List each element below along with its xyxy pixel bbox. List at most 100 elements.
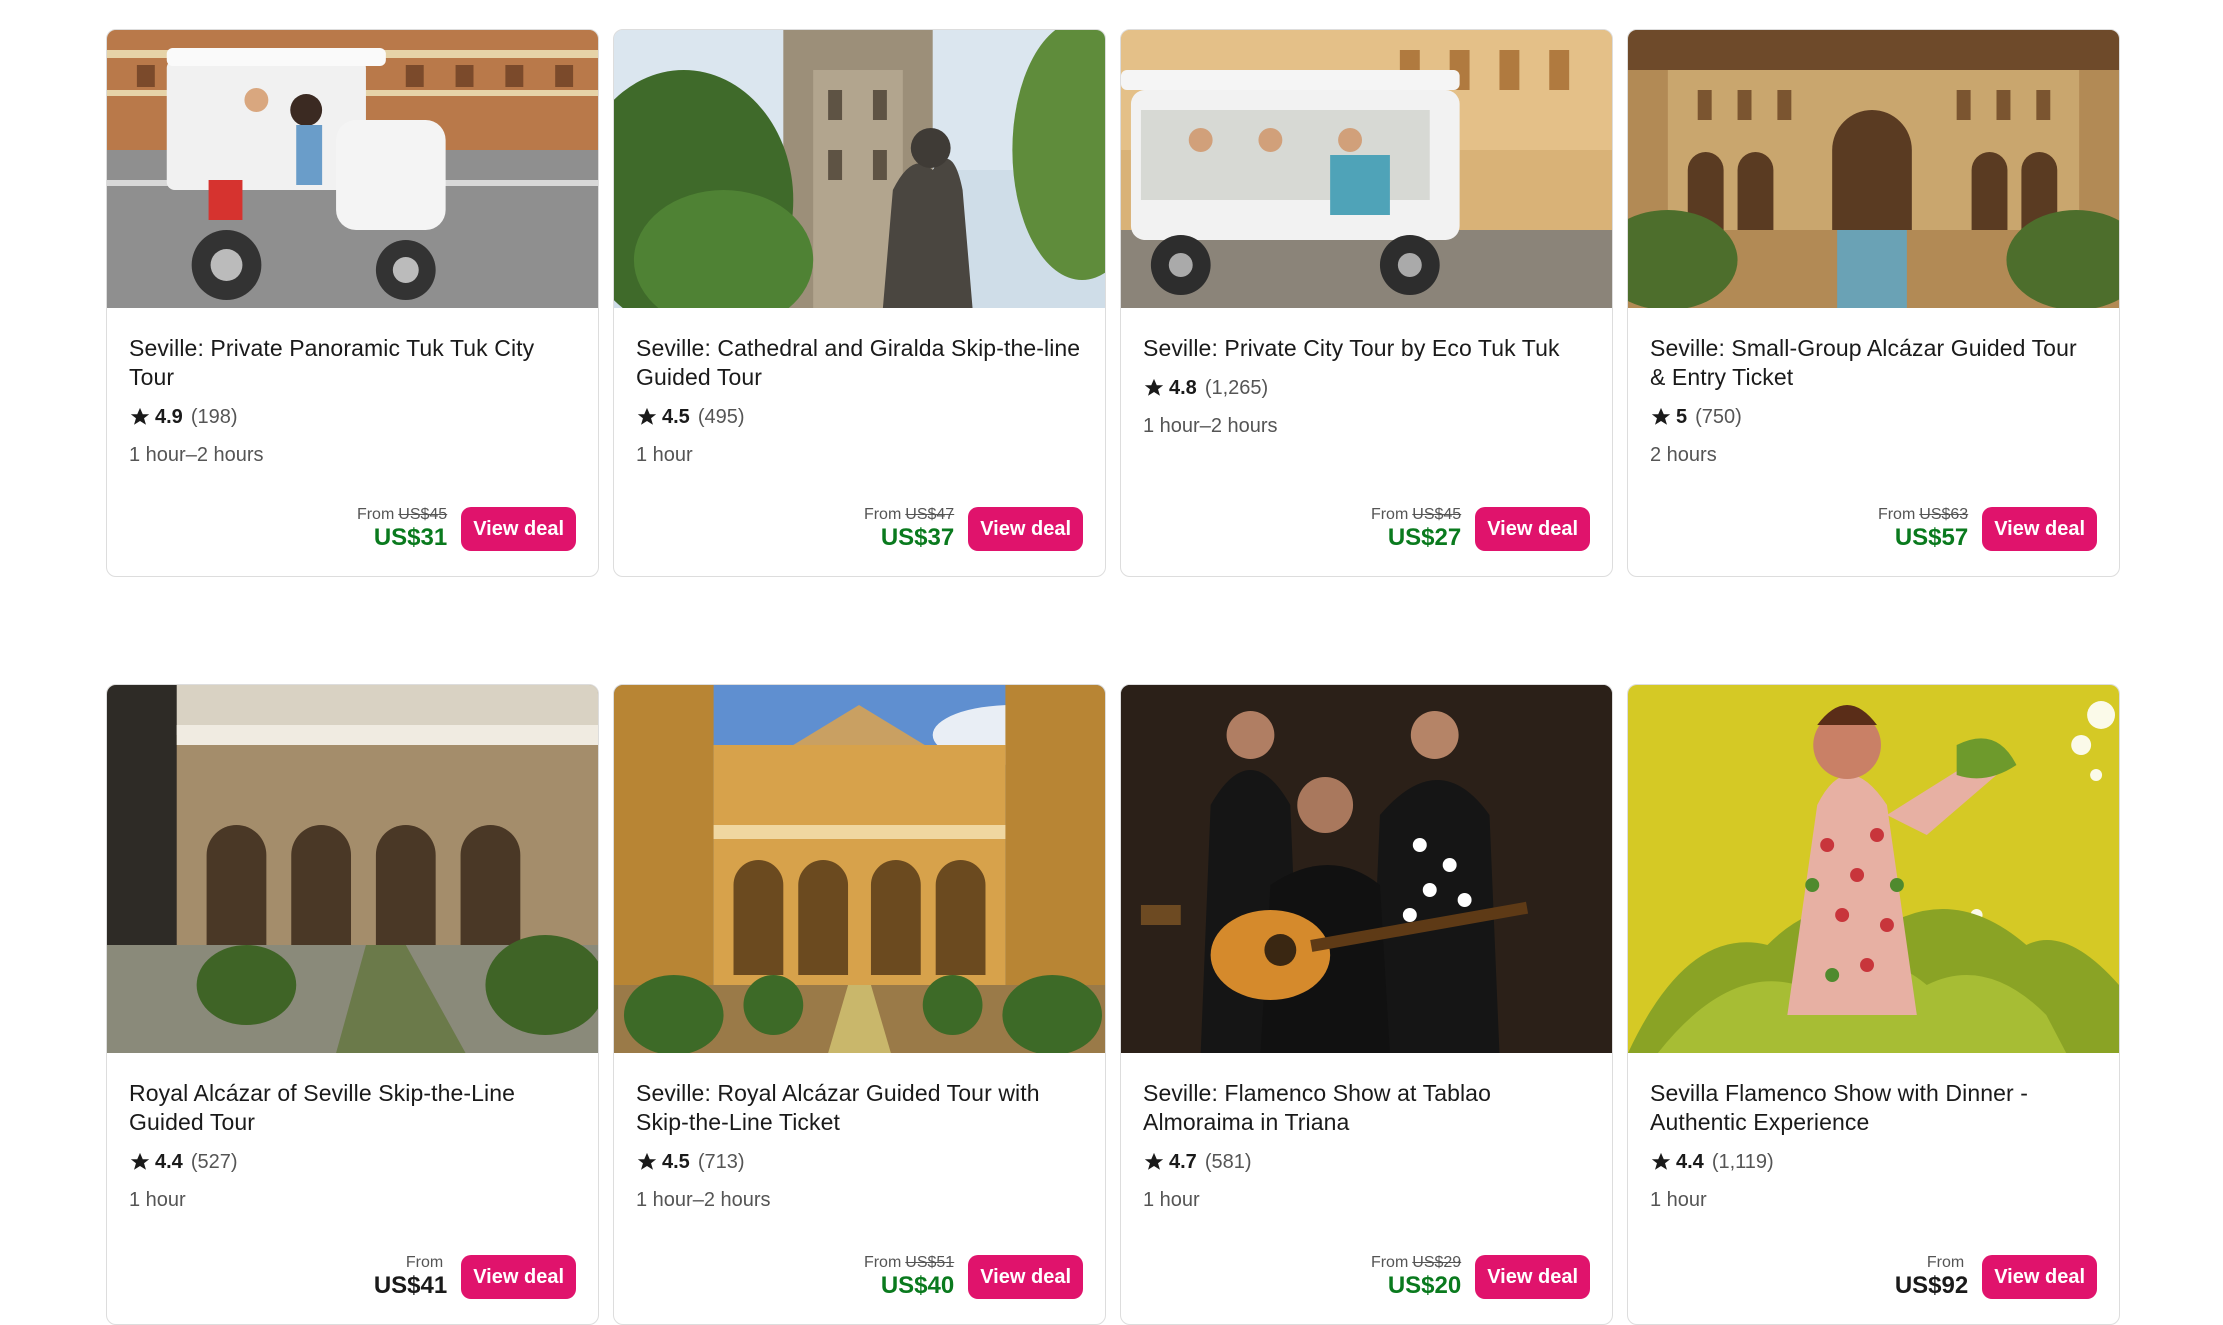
deal-pricing: From US$45 US$31 View deal	[357, 506, 576, 552]
current-price: US$92	[1894, 1272, 1969, 1299]
deal-pricing: From US$41 View deal	[374, 1254, 576, 1300]
price-block: From US$63 US$57	[1878, 506, 1968, 552]
deal-photo[interactable]	[1121, 685, 1612, 1053]
deal-card[interactable]: Seville: Flamenco Show at Tablao Almorai…	[1120, 684, 1613, 1325]
deal-card[interactable]: Seville: Royal Alcázar Guided Tour with …	[613, 684, 1106, 1325]
view-deal-button[interactable]: View deal	[461, 507, 576, 551]
rating-score: 4.9	[155, 406, 183, 428]
current-price: US$20	[1387, 1272, 1462, 1299]
deal-title[interactable]: Royal Alcázar of Seville Skip-the-Line G…	[129, 1079, 576, 1137]
review-count: (198)	[190, 406, 238, 428]
deal-title[interactable]: Seville: Royal Alcázar Guided Tour with …	[636, 1079, 1083, 1137]
deal-card[interactable]: Seville: Small-Group Alcázar Guided Tour…	[1627, 29, 2120, 577]
price-block: From US$51 US$40	[864, 1254, 954, 1300]
deal-photo[interactable]	[107, 685, 598, 1053]
from-label: From	[863, 506, 902, 523]
deal-card[interactable]: Royal Alcázar of Seville Skip-the-Line G…	[106, 684, 599, 1325]
star-icon	[1143, 1151, 1165, 1173]
deal-card[interactable]: Sevilla Flamenco Show with Dinner - Auth…	[1627, 684, 2120, 1325]
deal-pricing: From US$51 US$40 View deal	[864, 1254, 1083, 1300]
deal-photo[interactable]	[1628, 685, 2119, 1053]
view-deal-button[interactable]: View deal	[461, 1255, 576, 1299]
view-deal-button[interactable]: View deal	[1982, 507, 2097, 551]
view-deal-button[interactable]: View deal	[968, 1255, 1083, 1299]
review-count: (713)	[697, 1151, 745, 1173]
deal-duration: 1 hour	[129, 1189, 186, 1211]
rating-score: 4.5	[662, 1151, 690, 1173]
deal-rating: 4.4 (527)	[129, 1149, 576, 1175]
rating-score: 4.8	[1169, 377, 1197, 399]
original-price: US$63	[1919, 506, 1969, 523]
view-deal-button[interactable]: View deal	[968, 507, 1083, 551]
from-label: From	[1370, 506, 1409, 523]
deal-pricing: From US$45 US$27 View deal	[1371, 506, 1590, 552]
deal-title[interactable]: Seville: Private City Tour by Eco Tuk Tu…	[1143, 334, 1590, 363]
star-icon	[129, 406, 151, 428]
deal-title[interactable]: Sevilla Flamenco Show with Dinner - Auth…	[1650, 1079, 2097, 1137]
deal-pricing: From US$47 US$37 View deal	[864, 506, 1083, 552]
deal-rating: 4.7 (581)	[1143, 1149, 1590, 1175]
deal-duration: 1 hour	[1650, 1189, 1707, 1211]
deal-duration: 2 hours	[1650, 444, 1717, 466]
deal-rating: 4.5 (495)	[636, 404, 1083, 430]
current-price: US$41	[373, 1272, 448, 1299]
view-deal-button[interactable]: View deal	[1982, 1255, 2097, 1299]
deal-title[interactable]: Seville: Small-Group Alcázar Guided Tour…	[1650, 334, 2097, 392]
current-price: US$57	[1894, 524, 1969, 551]
review-count: (581)	[1204, 1151, 1252, 1173]
deal-pricing: From US$29 US$20 View deal	[1371, 1254, 1590, 1300]
deal-card[interactable]: Seville: Cathedral and Giralda Skip-the-…	[613, 29, 1106, 577]
review-count: (1,119)	[1711, 1151, 1774, 1173]
review-count: (1,265)	[1204, 377, 1269, 399]
deal-photo[interactable]	[1121, 30, 1612, 308]
price-block: From US$47 US$37	[864, 506, 954, 552]
star-icon	[636, 406, 658, 428]
deal-rating: 4.8 (1,265)	[1143, 375, 1590, 401]
deal-rating: 5 (750)	[1650, 404, 2097, 430]
price-block: From US$45 US$27	[1371, 506, 1461, 552]
from-label: From	[356, 506, 395, 523]
original-price: US$45	[1412, 506, 1462, 523]
price-block: From US$41	[374, 1254, 447, 1300]
view-deal-button[interactable]: View deal	[1475, 1255, 1590, 1299]
rating-score: 4.5	[662, 406, 690, 428]
current-price: US$27	[1387, 524, 1462, 551]
deal-card[interactable]: Seville: Private Panoramic Tuk Tuk City …	[106, 29, 599, 577]
price-block: From US$92	[1895, 1254, 1968, 1300]
deal-title[interactable]: Seville: Cathedral and Giralda Skip-the-…	[636, 334, 1083, 392]
rating-score: 4.4	[155, 1151, 183, 1173]
star-icon	[1650, 1151, 1672, 1173]
view-deal-button[interactable]: View deal	[1475, 507, 1590, 551]
from-label: From	[1877, 506, 1916, 523]
star-icon	[129, 1151, 151, 1173]
deal-photo[interactable]	[107, 30, 598, 308]
original-price: US$47	[905, 506, 955, 523]
star-icon	[1143, 377, 1165, 399]
deal-duration: 1 hour–2 hours	[129, 444, 264, 466]
review-count: (750)	[1695, 406, 1742, 428]
rating-score: 4.7	[1169, 1151, 1197, 1173]
deal-duration: 1 hour	[636, 444, 693, 466]
deal-rating: 4.9 (198)	[129, 404, 576, 430]
deal-photo[interactable]	[614, 685, 1105, 1053]
original-price: US$45	[398, 506, 448, 523]
deal-photo[interactable]	[614, 30, 1105, 308]
deal-card[interactable]: Seville: Private City Tour by Eco Tuk Tu…	[1120, 29, 1613, 577]
star-icon	[1650, 406, 1672, 428]
deal-duration: 1 hour–2 hours	[636, 1189, 771, 1211]
deal-pricing: From US$92 View deal	[1895, 1254, 2097, 1300]
current-price: US$31	[373, 524, 448, 551]
deals-grid: Seville: Private Panoramic Tuk Tuk City …	[106, 29, 2120, 1325]
deal-title[interactable]: Seville: Flamenco Show at Tablao Almorai…	[1143, 1079, 1590, 1137]
deal-title[interactable]: Seville: Private Panoramic Tuk Tuk City …	[129, 334, 576, 392]
deal-rating: 4.4 (1,119)	[1650, 1149, 2097, 1175]
review-count: (495)	[697, 406, 745, 428]
deal-photo[interactable]	[1628, 30, 2119, 308]
review-count: (527)	[190, 1151, 238, 1173]
rating-score: 4.4	[1676, 1151, 1704, 1173]
deal-duration: 1 hour–2 hours	[1143, 415, 1278, 437]
deal-duration: 1 hour	[1143, 1189, 1200, 1211]
current-price: US$37	[880, 524, 955, 551]
rating-score: 5	[1676, 406, 1688, 428]
deal-pricing: From US$63 US$57 View deal	[1878, 506, 2097, 552]
